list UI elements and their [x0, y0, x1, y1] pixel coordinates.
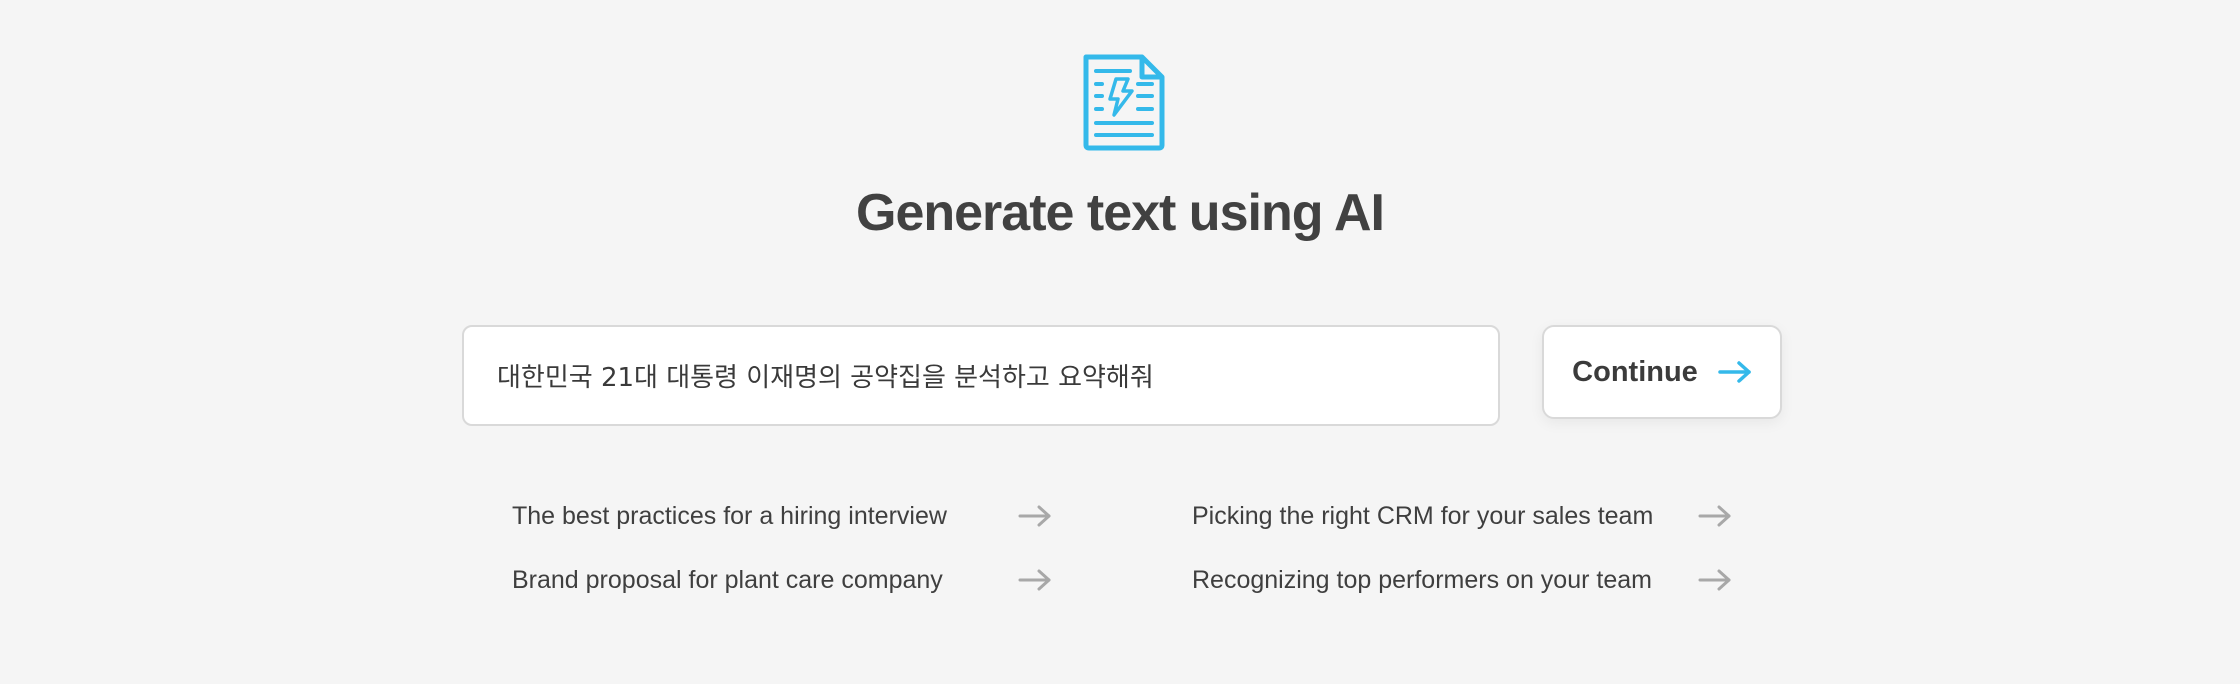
prompt-box[interactable]: [462, 325, 1500, 426]
suggestion-item[interactable]: Picking the right CRM for your sales tea…: [1192, 496, 1732, 536]
suggestion-label: Recognizing top performers on your team: [1192, 565, 1652, 594]
continue-button[interactable]: Continue: [1542, 325, 1782, 419]
continue-button-label: Continue: [1572, 355, 1698, 388]
arrow-right-icon: [1718, 361, 1751, 383]
suggestion-label: The best practices for a hiring intervie…: [512, 501, 947, 530]
arrow-right-icon: [1018, 505, 1051, 527]
suggestion-item[interactable]: Recognizing top performers on your team: [1192, 560, 1732, 600]
arrow-right-icon: [1698, 569, 1731, 591]
arrow-right-icon: [1018, 569, 1051, 591]
arrow-right-icon: [1698, 505, 1731, 527]
page-title: Generate text using AI: [856, 184, 1385, 242]
suggestion-label: Picking the right CRM for your sales tea…: [1192, 501, 1654, 530]
prompt-input[interactable]: [497, 360, 1467, 391]
suggestion-item[interactable]: The best practices for a hiring intervie…: [512, 496, 1052, 536]
document-lightning-icon: [1083, 54, 1165, 151]
suggestion-label: Brand proposal for plant care company: [512, 565, 943, 594]
suggestion-item[interactable]: Brand proposal for plant care company: [512, 560, 1052, 600]
